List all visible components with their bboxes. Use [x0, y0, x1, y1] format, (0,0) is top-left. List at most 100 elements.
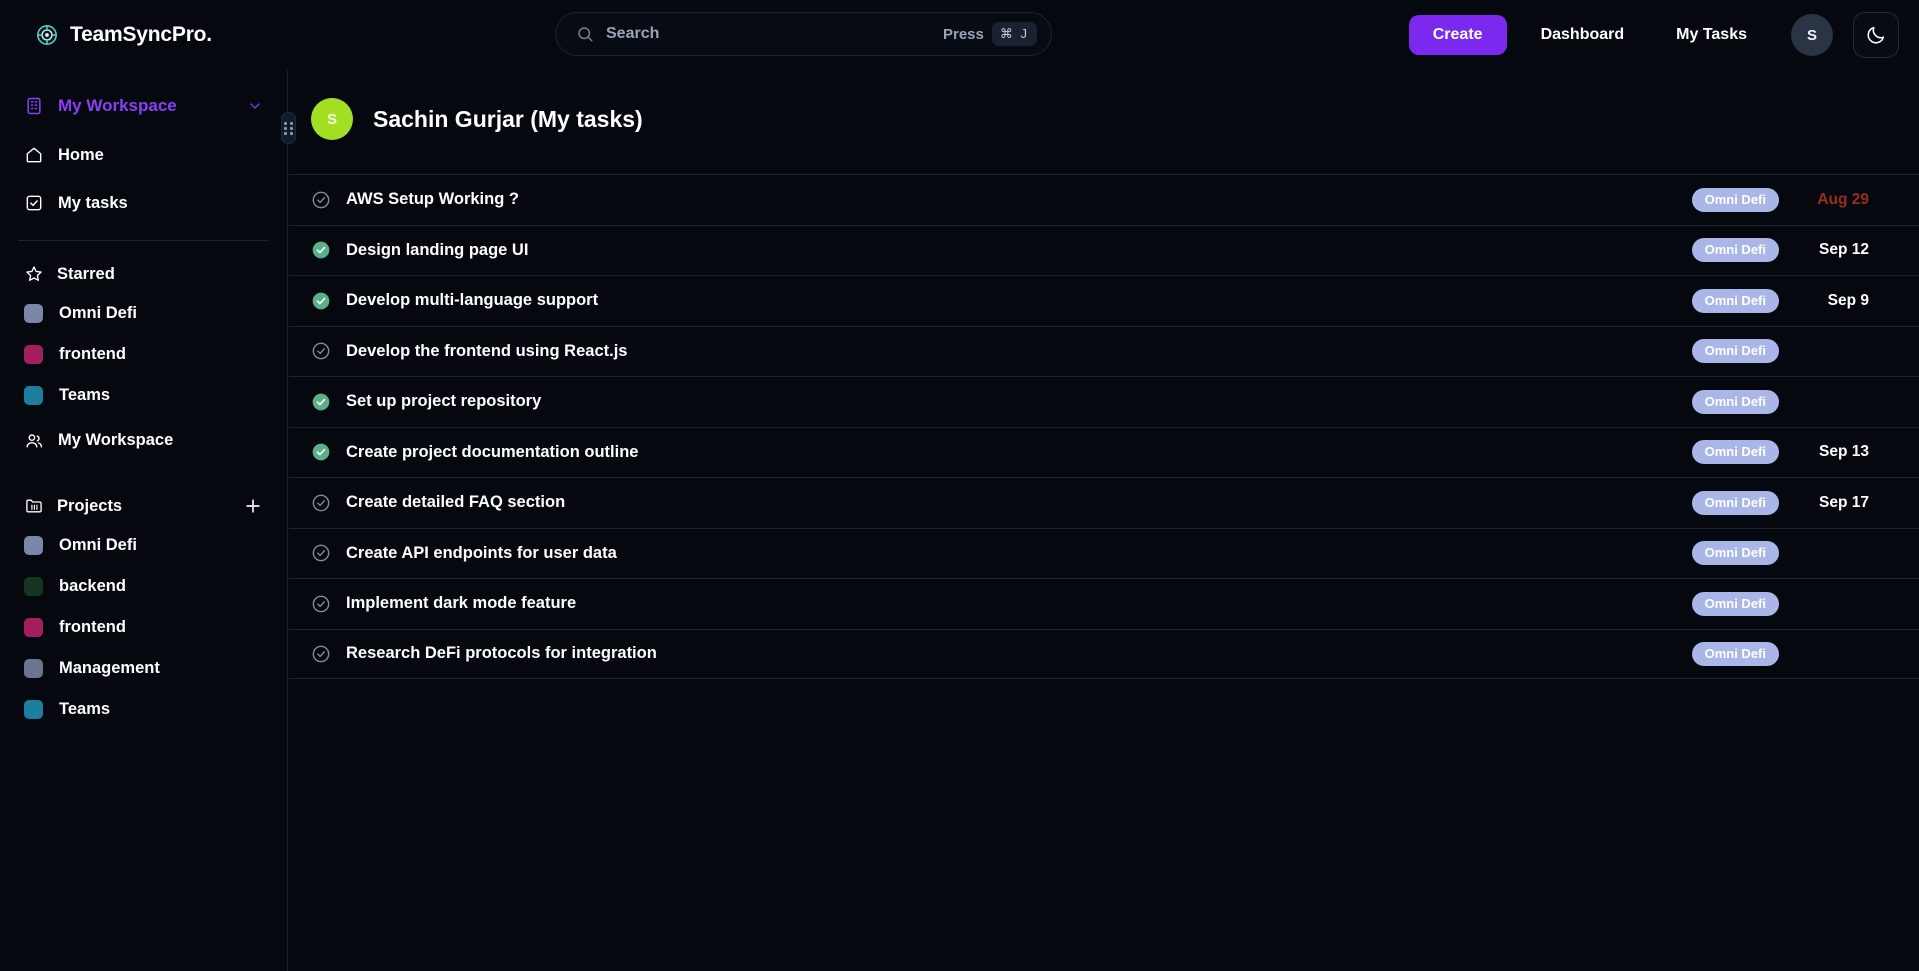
sidebar-section-projects[interactable]: Projects: [14, 487, 273, 525]
main-content: S Sachin Gurjar (My tasks) AWS Setup Wor…: [289, 70, 1919, 971]
task-title: Design landing page UI: [346, 240, 529, 259]
project-item-label: Management: [59, 659, 160, 677]
theme-toggle-button[interactable]: [1853, 12, 1899, 58]
starred-item-my-workspace-label: My Workspace: [58, 431, 174, 449]
search-bar[interactable]: Press ⌘ J: [555, 12, 1052, 56]
task-row[interactable]: AWS Setup Working ? Omni Defi Aug 29: [289, 174, 1919, 225]
project-item-teams[interactable]: Teams: [14, 689, 273, 730]
search-shortcut-key: ⌘ J: [991, 22, 1037, 46]
task-title: Set up project repository: [346, 392, 542, 411]
sidebar-item-my-tasks[interactable]: My tasks: [14, 182, 273, 224]
project-item-backend[interactable]: backend: [14, 566, 273, 607]
users-icon: [26, 433, 43, 448]
task-unchecked-icon[interactable]: [311, 493, 331, 513]
nav-dashboard[interactable]: Dashboard: [1523, 16, 1643, 54]
sidebar-section-starred-label: Starred: [57, 264, 115, 283]
task-project-badge[interactable]: Omni Defi: [1691, 389, 1779, 414]
task-checked-icon[interactable]: [311, 240, 331, 260]
nav-my-tasks[interactable]: My Tasks: [1658, 16, 1765, 54]
task-project-badge[interactable]: Omni Defi: [1691, 187, 1779, 212]
chevron-down-icon[interactable]: [247, 98, 263, 114]
project-color-swatch: [24, 659, 43, 678]
task-project-badge[interactable]: Omni Defi: [1691, 541, 1779, 566]
task-due-date[interactable]: Sep 13: [1793, 443, 1869, 461]
project-color-swatch: [24, 345, 43, 364]
project-color-swatch: [24, 700, 43, 719]
starred-item-teams[interactable]: Teams: [14, 375, 273, 416]
checkbox-icon: [26, 195, 42, 211]
page-title: Sachin Gurjar (My tasks): [373, 105, 643, 132]
task-checked-icon[interactable]: [311, 442, 331, 462]
starred-item-omni-defi[interactable]: Omni Defi: [14, 293, 273, 334]
task-row[interactable]: Develop multi-language support Omni Defi S…: [289, 275, 1919, 326]
top-nav: Create Dashboard My Tasks S: [1408, 0, 1899, 70]
task-title: Create project documentation outline: [346, 442, 639, 461]
project-color-swatch: [24, 386, 43, 405]
task-unchecked-icon[interactable]: [311, 594, 331, 614]
task-row[interactable]: Create project documentation outline Omni…: [289, 426, 1919, 478]
task-row[interactable]: Develop the frontend using React.js Omni …: [289, 325, 1919, 377]
task-list: AWS Setup Working ? Omni Defi Aug 29 Design…: [289, 174, 1919, 679]
task-checked-icon[interactable]: [311, 392, 331, 412]
task-project-badge[interactable]: Omni Defi: [1691, 591, 1779, 616]
sidebar-section-projects-label: Projects: [57, 496, 123, 515]
task-project-badge[interactable]: Omni Defi: [1691, 339, 1779, 364]
project-color-swatch: [24, 304, 43, 323]
project-item-management[interactable]: Management: [14, 648, 273, 689]
plus-icon[interactable]: [243, 496, 263, 516]
search-input[interactable]: [606, 25, 943, 43]
task-project-badge[interactable]: Omni Defi: [1691, 238, 1779, 263]
sidebar: My Workspace Home My tasks Starred Omni …: [0, 70, 288, 971]
project-item-omni-defi[interactable]: Omni Defi: [14, 525, 273, 566]
sidebar-item-my-tasks-label: My tasks: [58, 193, 128, 212]
sidebar-section-starred[interactable]: Starred: [14, 255, 273, 293]
brand[interactable]: TeamSyncPro.: [36, 23, 212, 47]
project-item-label: backend: [59, 577, 126, 595]
starred-item-my-workspace[interactable]: My Workspace: [14, 420, 273, 461]
task-project-badge[interactable]: Omni Defi: [1691, 641, 1779, 666]
sidebar-resize-handle[interactable]: [281, 112, 296, 144]
project-item-frontend[interactable]: frontend: [14, 607, 273, 648]
home-icon: [26, 147, 42, 163]
target-circle-icon: [37, 25, 57, 45]
task-row[interactable]: Set up project repository Omni Defi: [289, 376, 1919, 427]
top-bar: TeamSyncPro. Press ⌘ J Create Dashboard …: [0, 0, 1919, 70]
task-project-badge[interactable]: Omni Defi: [1691, 288, 1779, 313]
project-color-swatch: [24, 536, 43, 555]
task-title: Develop the frontend using React.js: [346, 341, 628, 360]
sidebar-item-home[interactable]: Home: [14, 134, 273, 176]
page-avatar: S: [311, 98, 353, 140]
sidebar-divider: [18, 240, 269, 241]
starred-item-label: Teams: [59, 386, 111, 404]
star-icon: [26, 266, 42, 281]
task-due-date[interactable]: Aug 29: [1793, 191, 1869, 209]
task-title: Develop multi-language support: [346, 291, 599, 310]
task-project-badge[interactable]: Omni Defi: [1691, 440, 1779, 465]
task-row[interactable]: Design landing page UI Omni Defi Sep 12: [289, 224, 1919, 276]
folder-icon: [26, 499, 42, 513]
search-icon: [578, 27, 593, 42]
task-row[interactable]: Create detailed FAQ section Omni Defi Sep …: [289, 477, 1919, 528]
task-due-date[interactable]: Sep 9: [1793, 292, 1869, 310]
task-unchecked-icon[interactable]: [311, 543, 331, 563]
task-checked-icon[interactable]: [311, 291, 331, 311]
task-project-badge[interactable]: Omni Defi: [1691, 490, 1779, 515]
task-row[interactable]: Research DeFi protocols for integration O…: [289, 628, 1919, 679]
workspace-name: My Workspace: [58, 96, 177, 115]
project-color-swatch: [24, 577, 43, 596]
task-unchecked-icon[interactable]: [311, 341, 331, 361]
project-item-label: frontend: [59, 618, 126, 636]
create-button[interactable]: Create: [1408, 15, 1507, 55]
building-icon: [27, 97, 41, 115]
task-row[interactable]: Create API endpoints for user data Omni D…: [289, 527, 1919, 579]
user-avatar[interactable]: S: [1791, 14, 1833, 56]
workspace-switcher[interactable]: My Workspace: [18, 84, 269, 128]
search-press-label: Press: [943, 25, 984, 43]
brand-name: TeamSyncPro.: [70, 23, 212, 46]
starred-item-frontend[interactable]: frontend: [14, 334, 273, 375]
task-unchecked-icon[interactable]: [311, 190, 331, 210]
task-due-date[interactable]: Sep 17: [1793, 494, 1869, 512]
task-due-date[interactable]: Sep 12: [1793, 241, 1869, 259]
task-row[interactable]: Implement dark mode feature Omni Defi: [289, 578, 1919, 629]
task-unchecked-icon[interactable]: [311, 644, 331, 664]
